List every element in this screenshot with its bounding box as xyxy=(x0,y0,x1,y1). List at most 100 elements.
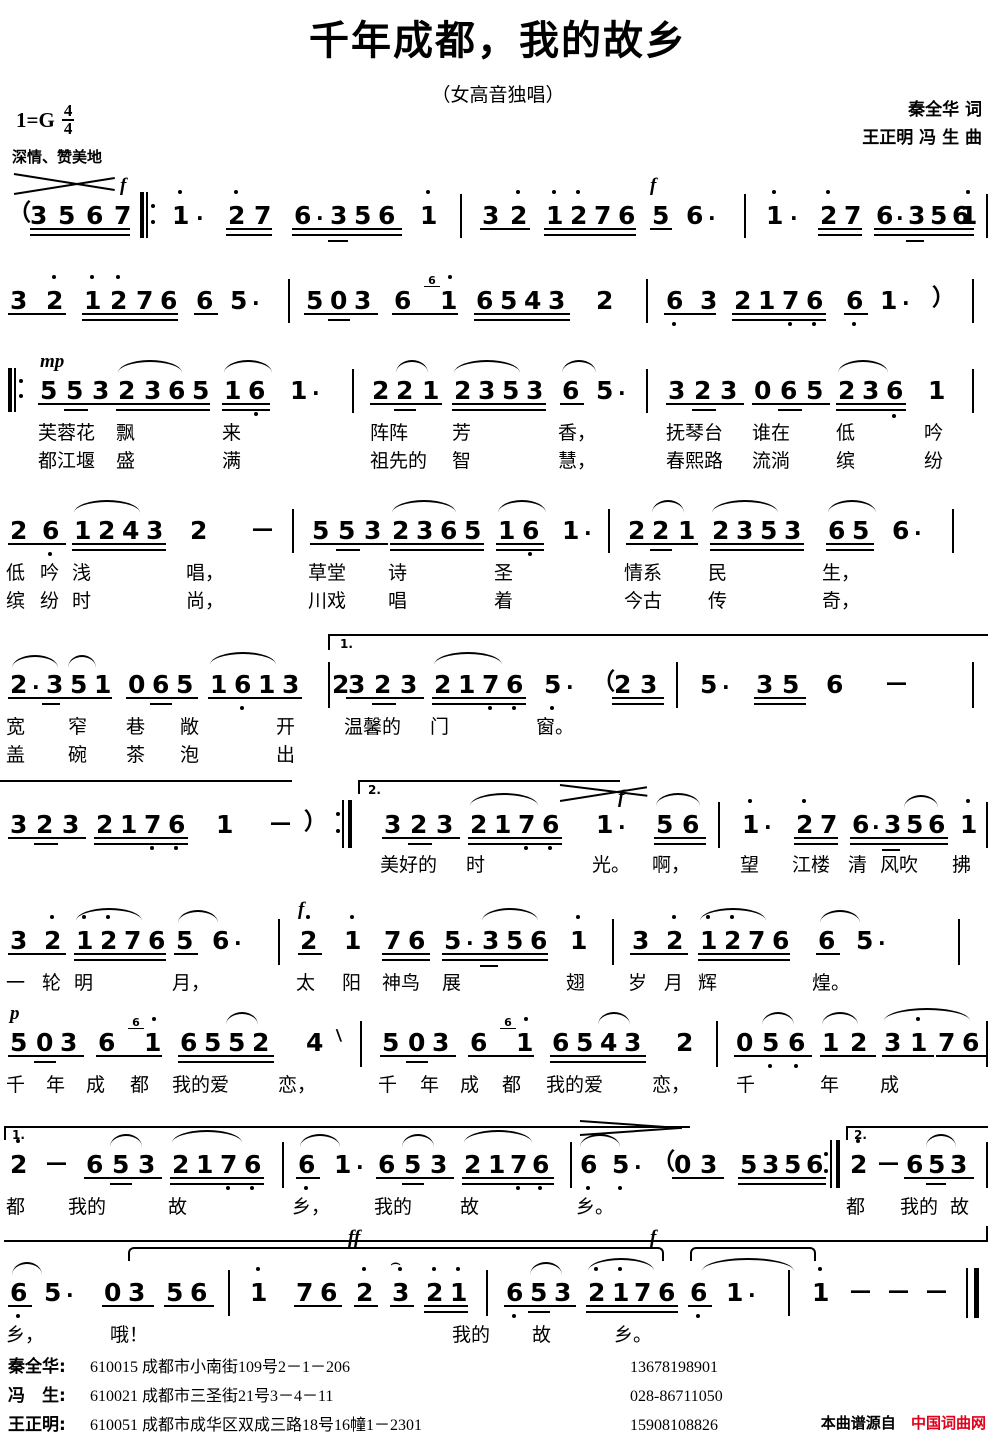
note-7: 7 xyxy=(594,201,612,230)
dot-extend: · xyxy=(634,1155,642,1179)
note-7: 7 xyxy=(518,810,536,839)
note-5: 5 xyxy=(500,286,518,315)
time-signature: 4 4 xyxy=(61,102,75,137)
octave-dot-down xyxy=(516,1186,520,1190)
note-3: 3 xyxy=(908,201,926,230)
lyric-line-2: 流淌 xyxy=(752,450,791,472)
note-i: 1 xyxy=(742,810,760,839)
contact-address: 610015 成都市小南街109号2－1－206 xyxy=(90,1359,351,1376)
note-6: 6 xyxy=(806,1150,824,1179)
lyric-line-2: 缤 xyxy=(836,450,856,472)
lyric-line: 美好的 xyxy=(380,854,438,876)
beam xyxy=(226,228,272,230)
note-6: 6 xyxy=(892,516,910,545)
lyric-line-1: 窄 xyxy=(68,716,88,738)
beam xyxy=(650,228,672,230)
barline xyxy=(972,369,974,413)
lyric-line: 成 xyxy=(86,1074,106,1096)
barline xyxy=(608,509,610,553)
note-3: 3 xyxy=(554,1278,572,1307)
beam xyxy=(8,313,66,315)
note-5: 5 xyxy=(530,1278,548,1307)
note-4: 4 xyxy=(524,286,542,315)
octave-dot-up xyxy=(818,1267,822,1271)
beam xyxy=(292,228,402,230)
note-6: 6 xyxy=(658,1278,676,1307)
note-5: 5 xyxy=(806,376,824,405)
lyric-line-2: 时 xyxy=(72,590,92,612)
lyric-line-1: 飘 xyxy=(116,422,136,444)
volta-end-tick xyxy=(986,1226,988,1242)
note-5: 5 xyxy=(784,1150,802,1179)
dash-extend: － xyxy=(886,1278,912,1307)
note-5: 5 xyxy=(112,1150,130,1179)
note-3: 3 xyxy=(950,1150,968,1179)
octave-dot-up xyxy=(106,915,110,919)
note-3: 3 xyxy=(884,810,902,839)
beam xyxy=(382,837,460,839)
octave-dot-up xyxy=(552,190,556,194)
note-1: 1 xyxy=(458,670,476,699)
beam xyxy=(836,403,906,405)
volta-label-1: 1. xyxy=(340,637,353,651)
source-site-name[interactable]: 中国词曲网 xyxy=(911,1414,986,1432)
note-i: 1 xyxy=(612,1278,630,1307)
note-6: 6 xyxy=(580,1150,598,1179)
note-1: 1 xyxy=(210,670,228,699)
octave-dot-up xyxy=(826,190,830,194)
note-2: 2 xyxy=(172,1150,190,1179)
slur xyxy=(464,1130,532,1143)
note-5: 5 xyxy=(338,516,356,545)
note-i: 1 xyxy=(250,1278,268,1307)
note-3: 3 xyxy=(364,516,382,545)
slur xyxy=(110,1134,142,1147)
octave-dot-down xyxy=(550,706,554,710)
beam xyxy=(30,234,130,236)
note-i: 1 xyxy=(766,201,784,230)
contact-phone: 13678198901 xyxy=(630,1359,718,1376)
credits: 秦全华 词 王正明 冯 生 曲 xyxy=(682,96,982,152)
lyric-line-1: 开 xyxy=(276,716,296,738)
beam xyxy=(654,837,706,839)
lyric-line: 千 xyxy=(736,1074,756,1096)
barline xyxy=(360,1021,362,1067)
barline xyxy=(986,802,988,848)
barline xyxy=(676,662,678,708)
lyric-line: 千 xyxy=(6,1074,26,1096)
repeat-end-barline-2 xyxy=(824,1140,844,1188)
slur xyxy=(300,1134,340,1147)
lyric-line-1: 我的 xyxy=(374,1196,413,1218)
beam xyxy=(8,543,66,545)
note-2: 2 xyxy=(356,1278,374,1307)
note-2: 2 xyxy=(734,286,752,315)
octave-dot-up xyxy=(16,1139,20,1143)
contact-address: 610021 成都市三圣街21号3－4－11 xyxy=(90,1388,334,1405)
dot-extend: · xyxy=(878,931,886,955)
lyric-line: 展 xyxy=(442,972,462,994)
note-2: 2 xyxy=(724,926,742,955)
beam xyxy=(816,953,840,955)
beam xyxy=(754,703,806,705)
octave-dot-down xyxy=(16,1314,20,1318)
octave-dot-down xyxy=(150,846,154,850)
octave-dot-down xyxy=(240,706,244,710)
beam xyxy=(850,843,948,845)
beam xyxy=(654,843,706,845)
composer-credit: 王正明 冯 生 曲 xyxy=(862,128,982,149)
octave-dot-down xyxy=(892,414,896,418)
beam xyxy=(496,543,544,545)
lyric-line-1: 来 xyxy=(222,422,242,444)
lyric-line: 辉 xyxy=(698,972,718,994)
note-2: 2 xyxy=(850,1028,868,1057)
note-3: 3 xyxy=(416,516,434,545)
note-6: 6 xyxy=(542,810,560,839)
note-6: 6 xyxy=(522,516,540,545)
beam xyxy=(74,953,166,955)
note-3: 3 xyxy=(884,1028,902,1057)
paren-open-3: （ xyxy=(652,1149,675,1175)
octave-dot-down xyxy=(226,1186,230,1190)
note-2: 2 xyxy=(372,376,390,405)
beam xyxy=(8,697,112,699)
dot-extend: · xyxy=(722,675,730,699)
slur xyxy=(562,360,596,373)
